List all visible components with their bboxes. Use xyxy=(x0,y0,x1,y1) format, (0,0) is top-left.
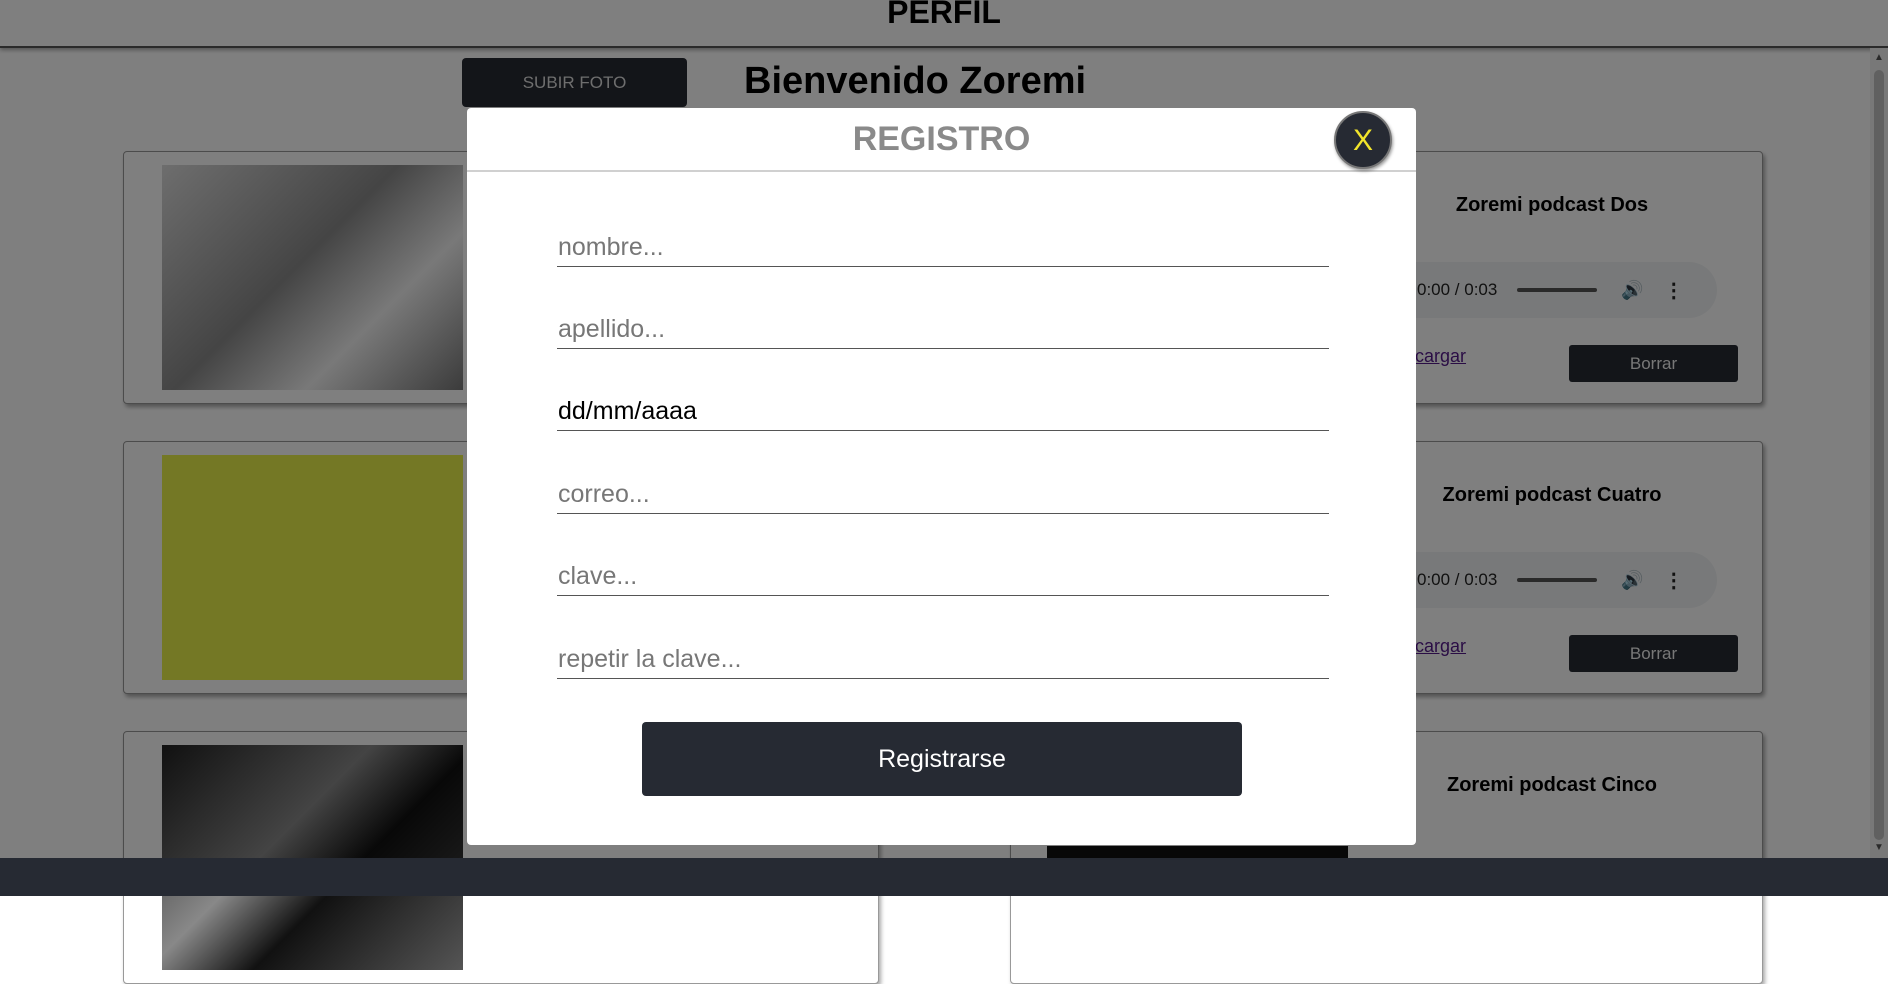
close-button[interactable]: X xyxy=(1334,111,1392,169)
register-modal: REGISTRO X Registrarse xyxy=(467,108,1416,845)
correo-input[interactable] xyxy=(557,475,1329,514)
modal-title: REGISTRO xyxy=(852,120,1031,158)
repetir-clave-input[interactable] xyxy=(557,640,1329,679)
footer-bar xyxy=(0,858,1888,896)
fecha-input[interactable] xyxy=(557,392,1329,431)
register-button[interactable]: Registrarse xyxy=(642,722,1242,796)
modal-header: REGISTRO X xyxy=(467,108,1416,172)
apellido-input[interactable] xyxy=(557,310,1329,349)
nombre-input[interactable] xyxy=(557,228,1329,267)
clave-input[interactable] xyxy=(557,557,1329,596)
